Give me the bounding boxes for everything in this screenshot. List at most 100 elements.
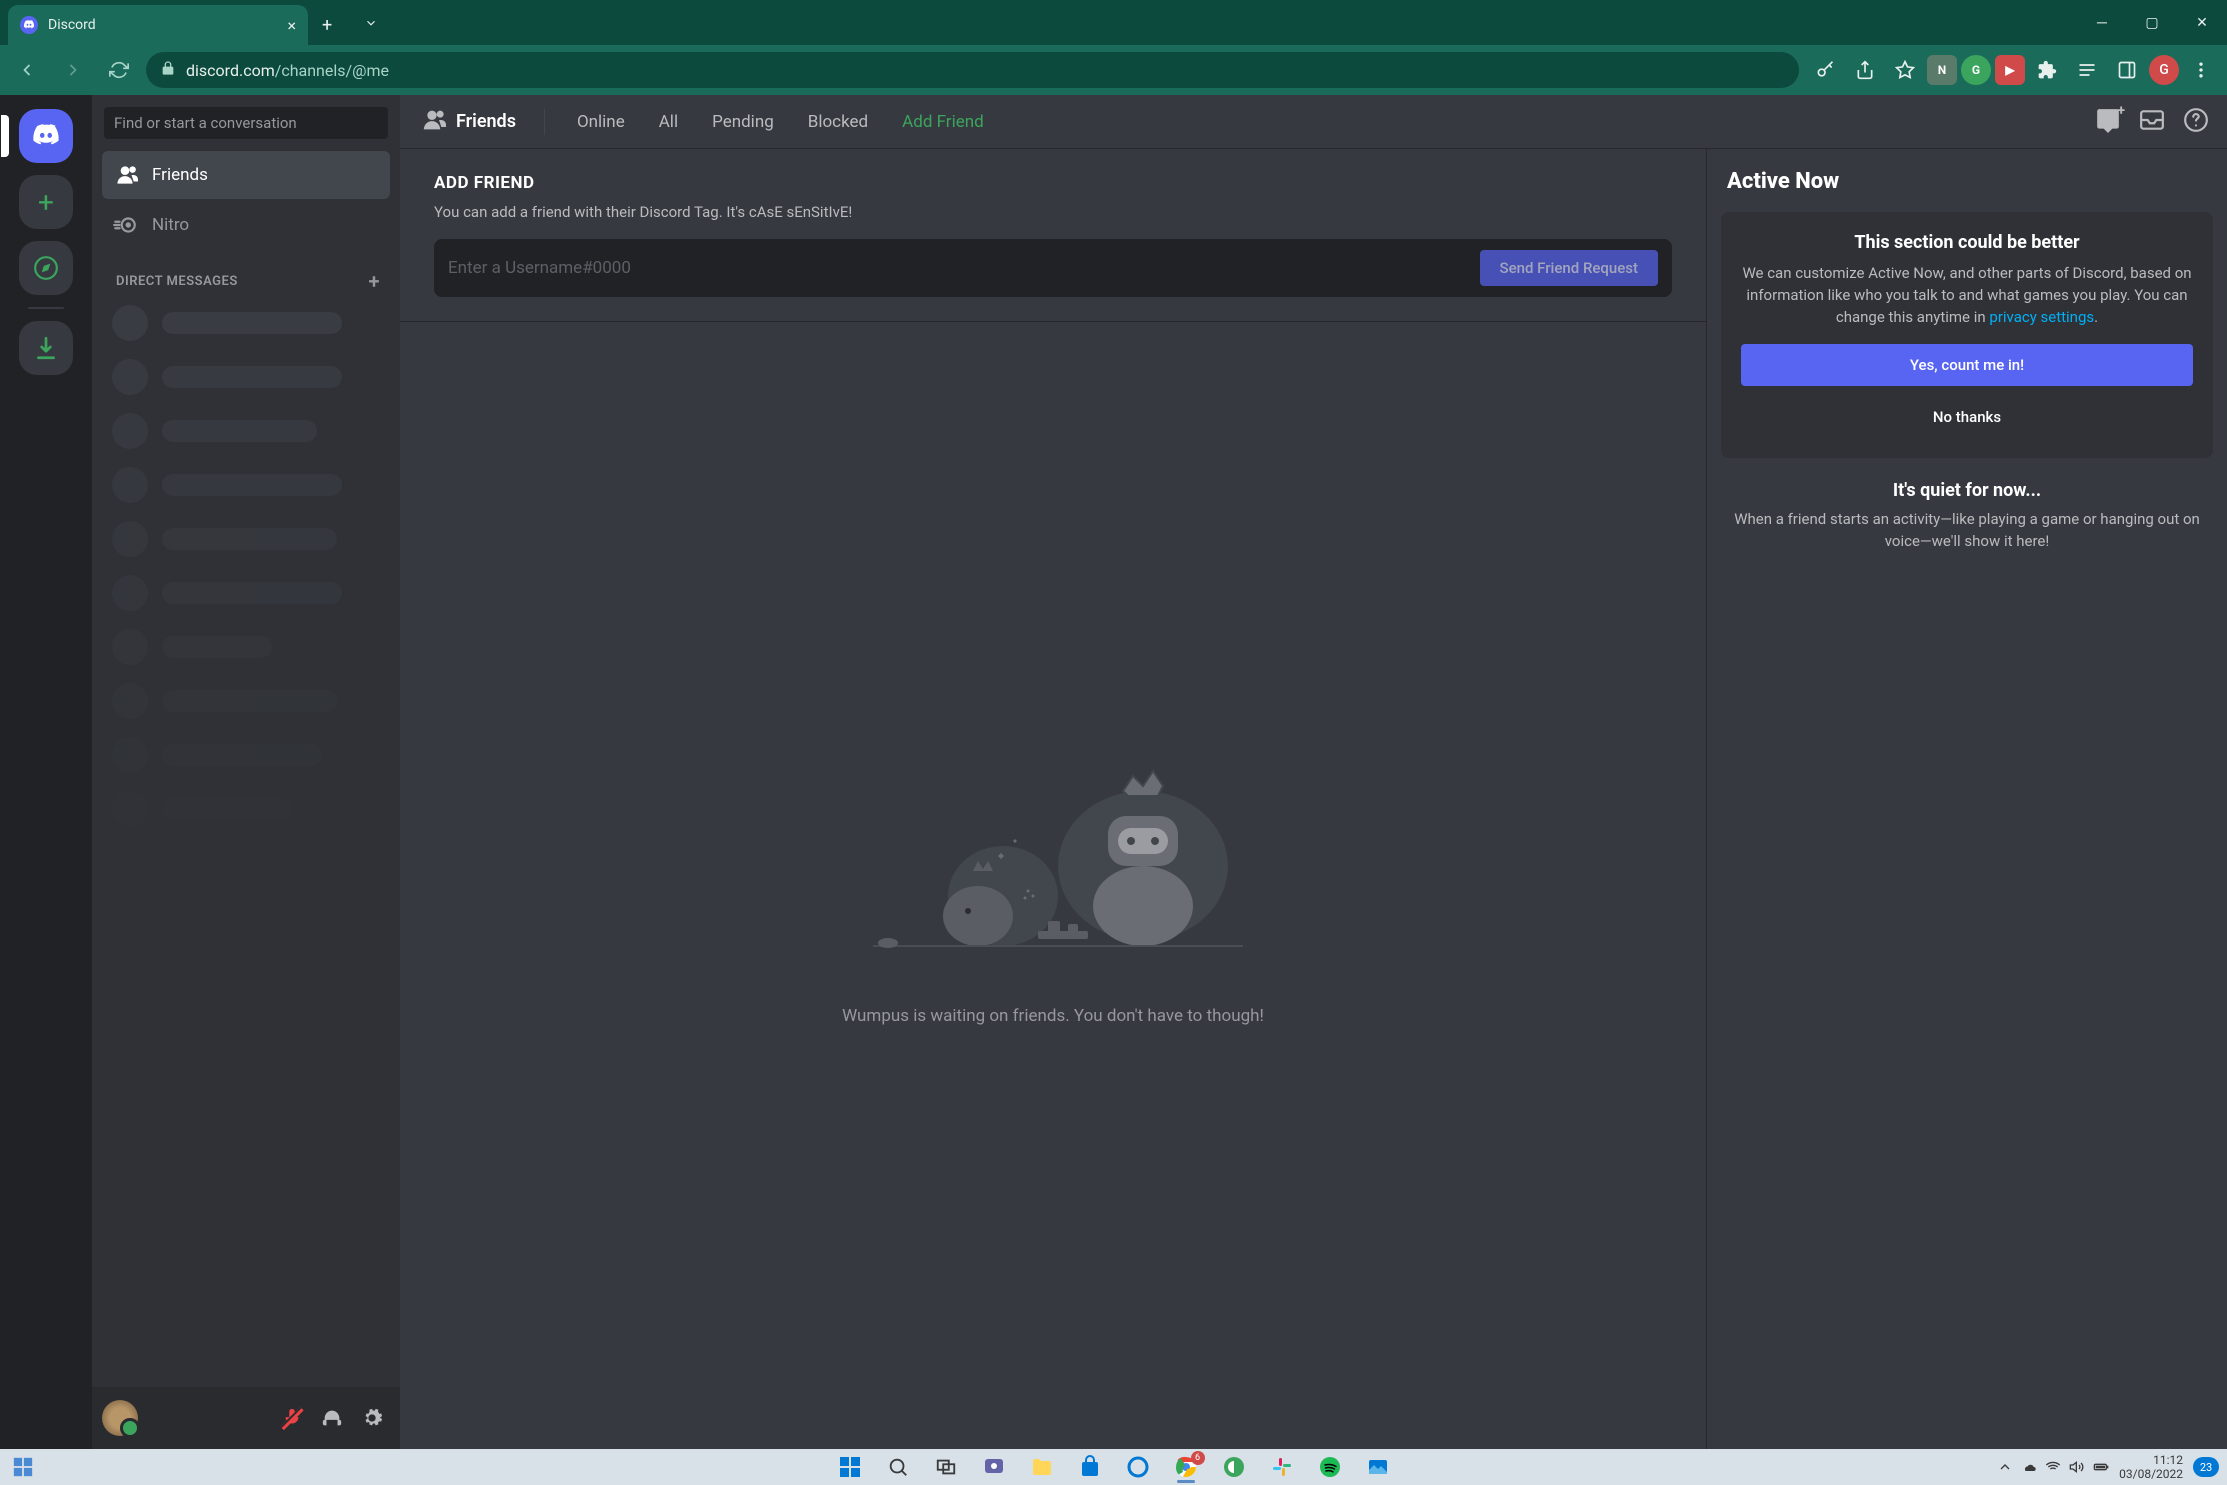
extensions-puzzle-icon[interactable] bbox=[2029, 52, 2065, 88]
user-settings-button[interactable] bbox=[354, 1400, 390, 1436]
close-window-button[interactable]: ✕ bbox=[2177, 0, 2227, 45]
reading-list-icon[interactable] bbox=[2069, 52, 2105, 88]
help-button[interactable] bbox=[2183, 107, 2209, 137]
wumpus-illustration bbox=[813, 746, 1293, 966]
card-description: We can customize Active Now, and other p… bbox=[1741, 263, 2193, 328]
clock-time: 11:12 bbox=[2119, 1453, 2183, 1467]
dm-header: DIRECT MESSAGES + bbox=[102, 251, 390, 299]
dm-placeholder-avatar bbox=[112, 305, 148, 341]
no-thanks-button[interactable]: No thanks bbox=[1741, 396, 2193, 438]
taskbar-app-store[interactable] bbox=[1069, 1451, 1111, 1483]
extension-icon-3[interactable]: ▶ bbox=[1995, 55, 2025, 85]
forward-button[interactable] bbox=[54, 51, 92, 89]
quiet-title: It's quiet for now... bbox=[1721, 480, 2213, 501]
browser-actions: N G ▶ G bbox=[1807, 52, 2219, 88]
dm-placeholder-row bbox=[102, 515, 390, 563]
dm-placeholder-avatar bbox=[112, 629, 148, 665]
browser-toolbar: discord.com/channels/@me N G ▶ G bbox=[0, 45, 2227, 95]
tab-all[interactable]: All bbox=[647, 108, 690, 136]
tab-add-friend[interactable]: Add Friend bbox=[890, 108, 996, 136]
back-button[interactable] bbox=[8, 51, 46, 89]
extension-icon-1[interactable]: N bbox=[1927, 55, 1957, 85]
add-friend-input-wrap: Send Friend Request bbox=[434, 239, 1672, 297]
main-body: ADD FRIEND You can add a friend with the… bbox=[400, 149, 2227, 1449]
wifi-icon[interactable] bbox=[2045, 1459, 2061, 1475]
user-panel bbox=[92, 1387, 400, 1449]
create-dm-button[interactable]: + bbox=[369, 269, 381, 293]
privacy-settings-link[interactable]: privacy settings bbox=[1989, 308, 2094, 326]
sidebar-item-friends[interactable]: Friends bbox=[102, 151, 390, 199]
deafen-button[interactable] bbox=[314, 1400, 350, 1436]
new-group-dm-button[interactable]: + bbox=[2095, 107, 2121, 137]
header-title: Friends bbox=[456, 111, 516, 132]
channel-sidebar: Find or start a conversation Friends Nit… bbox=[92, 95, 400, 1449]
dm-placeholder-row bbox=[102, 353, 390, 401]
new-tab-button[interactable]: + bbox=[308, 5, 346, 45]
taskbar-clock[interactable]: 11:12 03/08/2022 bbox=[2119, 1453, 2183, 1482]
search-tabs-button[interactable] bbox=[346, 0, 396, 45]
widgets-button[interactable] bbox=[8, 1452, 38, 1482]
taskbar-app-slack[interactable] bbox=[1261, 1451, 1303, 1483]
browser-tab-strip: Discord × + ─ ▢ ✕ bbox=[0, 0, 2227, 45]
taskbar-app-cortana[interactable] bbox=[1117, 1451, 1159, 1483]
dm-search[interactable]: Find or start a conversation bbox=[104, 107, 388, 139]
taskbar-app-spotify[interactable] bbox=[1309, 1451, 1351, 1483]
dm-search-placeholder: Find or start a conversation bbox=[114, 114, 297, 132]
dm-placeholder-avatar bbox=[112, 413, 148, 449]
dm-placeholder-avatar bbox=[112, 359, 148, 395]
taskbar-app-5[interactable] bbox=[1213, 1451, 1255, 1483]
window-controls: ─ ▢ ✕ bbox=[2077, 0, 2227, 45]
quiet-description: When a friend starts an activity—like pl… bbox=[1721, 509, 2213, 553]
add-friend-input[interactable] bbox=[448, 258, 1466, 278]
tab-close-icon[interactable]: × bbox=[287, 16, 296, 35]
chrome-menu-icon[interactable] bbox=[2183, 52, 2219, 88]
send-friend-request-button[interactable]: Send Friend Request bbox=[1480, 250, 1658, 286]
inbox-button[interactable] bbox=[2139, 107, 2165, 137]
mute-mic-button[interactable] bbox=[274, 1400, 310, 1436]
bookmark-star-icon[interactable] bbox=[1887, 52, 1923, 88]
tab-online[interactable]: Online bbox=[565, 108, 637, 136]
main-header: Friends Online All Pending Blocked Add F… bbox=[400, 95, 2227, 149]
dm-placeholder-line bbox=[162, 420, 317, 442]
tab-pending[interactable]: Pending bbox=[700, 108, 786, 136]
url-host: discord.com/channels/@me bbox=[186, 61, 389, 80]
address-bar[interactable]: discord.com/channels/@me bbox=[146, 52, 1799, 88]
taskbar-app-chat[interactable] bbox=[973, 1451, 1015, 1483]
add-friend-section: ADD FRIEND You can add a friend with the… bbox=[400, 149, 1706, 322]
dm-placeholder-line bbox=[162, 366, 342, 388]
tab-blocked[interactable]: Blocked bbox=[796, 108, 880, 136]
system-tray[interactable] bbox=[1997, 1459, 2109, 1475]
taskbar-app-explorer[interactable] bbox=[1021, 1451, 1063, 1483]
add-server-button[interactable]: + bbox=[19, 175, 73, 229]
password-key-icon[interactable] bbox=[1807, 52, 1843, 88]
extension-icon-2[interactable]: G bbox=[1961, 55, 1991, 85]
browser-tab-active[interactable]: Discord × bbox=[8, 5, 308, 45]
maximize-button[interactable]: ▢ bbox=[2127, 0, 2177, 45]
explore-servers-button[interactable] bbox=[19, 241, 73, 295]
side-panel-icon[interactable] bbox=[2109, 52, 2145, 88]
search-button[interactable] bbox=[877, 1451, 919, 1483]
home-server-pill bbox=[19, 109, 73, 163]
user-avatar[interactable] bbox=[102, 1400, 138, 1436]
battery-icon[interactable] bbox=[2093, 1459, 2109, 1475]
download-apps-button[interactable] bbox=[19, 321, 73, 375]
share-icon[interactable] bbox=[1847, 52, 1883, 88]
header-divider bbox=[544, 109, 545, 135]
card-title: This section could be better bbox=[1741, 232, 2193, 253]
header-actions: + bbox=[2095, 107, 2209, 137]
taskbar-app-chrome[interactable]: 6 bbox=[1165, 1451, 1207, 1483]
profile-avatar[interactable]: G bbox=[2149, 55, 2179, 85]
taskbar-app-photos[interactable] bbox=[1357, 1451, 1399, 1483]
yes-count-me-in-button[interactable]: Yes, count me in! bbox=[1741, 344, 2193, 386]
chevron-up-icon[interactable] bbox=[1997, 1459, 2013, 1475]
sidebar-item-nitro[interactable]: Nitro bbox=[102, 201, 390, 249]
home-button[interactable] bbox=[19, 109, 73, 163]
onedrive-icon[interactable] bbox=[2021, 1459, 2037, 1475]
reload-button[interactable] bbox=[100, 51, 138, 89]
notification-badge[interactable]: 23 bbox=[2193, 1457, 2219, 1477]
task-view-button[interactable] bbox=[925, 1451, 967, 1483]
volume-icon[interactable] bbox=[2069, 1459, 2085, 1475]
dm-placeholder-line bbox=[162, 690, 337, 712]
minimize-button[interactable]: ─ bbox=[2077, 0, 2127, 45]
start-button[interactable] bbox=[829, 1451, 871, 1483]
